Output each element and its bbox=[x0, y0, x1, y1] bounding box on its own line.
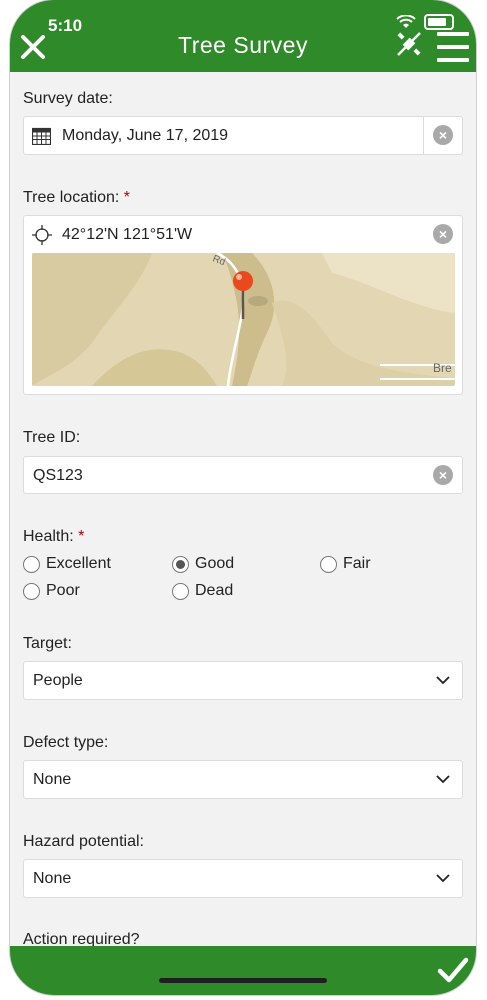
tree-id-value: QS123 bbox=[33, 467, 83, 484]
chevron-down-icon bbox=[436, 874, 450, 883]
hazard-potential-value: None bbox=[33, 870, 72, 887]
target-select[interactable]: People bbox=[23, 661, 463, 700]
map-pin-icon[interactable] bbox=[233, 271, 253, 291]
radio-selected-icon bbox=[172, 555, 189, 573]
health-label-text: Health: bbox=[23, 528, 74, 545]
app-footer bbox=[10, 946, 476, 995]
tree-location-label-text: Tree location: bbox=[23, 189, 120, 206]
defect-type-select[interactable]: None bbox=[23, 760, 463, 799]
health-option-poor[interactable]: Poor bbox=[23, 582, 80, 600]
health-option-label: Excellent bbox=[46, 555, 111, 572]
health-option-label: Poor bbox=[46, 582, 80, 599]
hamburger-menu-icon bbox=[437, 32, 469, 62]
tree-location-label: Tree location: * bbox=[23, 189, 130, 207]
health-option-label: Good bbox=[195, 555, 235, 572]
health-label: Health: * bbox=[23, 528, 84, 546]
survey-date-field[interactable]: Monday, June 17, 2019 × bbox=[23, 116, 463, 155]
map-terrain: Rd Bre bbox=[32, 253, 455, 386]
chevron-down-icon bbox=[436, 676, 450, 685]
health-option-label: Dead bbox=[195, 582, 234, 599]
health-option-dead[interactable]: Dead bbox=[172, 582, 233, 600]
satellite-off-icon bbox=[397, 32, 421, 56]
chevron-down-icon bbox=[436, 775, 450, 784]
radio-icon bbox=[172, 582, 189, 600]
required-marker: * bbox=[123, 189, 131, 206]
required-marker: * bbox=[78, 528, 85, 545]
radio-icon bbox=[23, 555, 40, 573]
survey-date-label: Survey date: bbox=[23, 90, 113, 107]
health-option-fair[interactable]: Fair bbox=[320, 555, 371, 573]
target-label: Target: bbox=[23, 635, 72, 652]
tree-id-label: Tree ID: bbox=[23, 429, 81, 446]
tree-id-input[interactable]: QS123 × bbox=[23, 456, 463, 494]
location-coordinates: 42°12'N 121°51'W bbox=[62, 226, 193, 243]
clear-date-icon[interactable]: × bbox=[433, 125, 453, 145]
survey-form: Survey date: Monday, June 17, 2019 × Tre… bbox=[10, 72, 476, 946]
menu-button[interactable] bbox=[437, 32, 469, 71]
radio-icon bbox=[320, 555, 337, 573]
calendar-icon bbox=[32, 127, 51, 145]
location-map[interactable]: Rd Bre bbox=[32, 253, 455, 386]
radio-icon bbox=[23, 582, 40, 600]
defect-type-value: None bbox=[33, 771, 72, 788]
crosshair-icon bbox=[32, 225, 52, 245]
submit-button[interactable] bbox=[437, 956, 469, 989]
health-option-excellent[interactable]: Excellent bbox=[23, 555, 111, 573]
wifi-icon bbox=[396, 15, 416, 28]
defect-type-label: Defect type: bbox=[23, 734, 109, 751]
tree-location-field[interactable]: 42°12'N 121°51'W × Rd Bre bbox=[23, 215, 463, 395]
clear-tree-id-icon[interactable]: × bbox=[433, 465, 453, 485]
survey-date-value: Monday, June 17, 2019 bbox=[62, 127, 229, 144]
action-required-label: Action required? bbox=[23, 931, 140, 946]
app-header: 5:10 Tree Survey bbox=[10, 0, 476, 72]
home-indicator[interactable] bbox=[159, 978, 327, 983]
hazard-potential-select[interactable]: None bbox=[23, 859, 463, 898]
phone-screen: 5:10 Tree Survey Survey date: Monday, Ju… bbox=[10, 0, 476, 995]
checkmark-icon bbox=[437, 957, 469, 983]
status-indicators bbox=[396, 14, 454, 30]
battery-icon bbox=[424, 14, 454, 30]
health-option-label: Fair bbox=[343, 555, 371, 572]
field-divider bbox=[423, 117, 424, 154]
gps-button[interactable] bbox=[395, 30, 423, 63]
health-option-good[interactable]: Good bbox=[172, 555, 234, 573]
target-value: People bbox=[33, 672, 83, 689]
map-place-label: Bre bbox=[433, 361, 452, 375]
hazard-potential-label: Hazard potential: bbox=[23, 833, 144, 850]
clear-location-icon[interactable]: × bbox=[433, 224, 453, 244]
